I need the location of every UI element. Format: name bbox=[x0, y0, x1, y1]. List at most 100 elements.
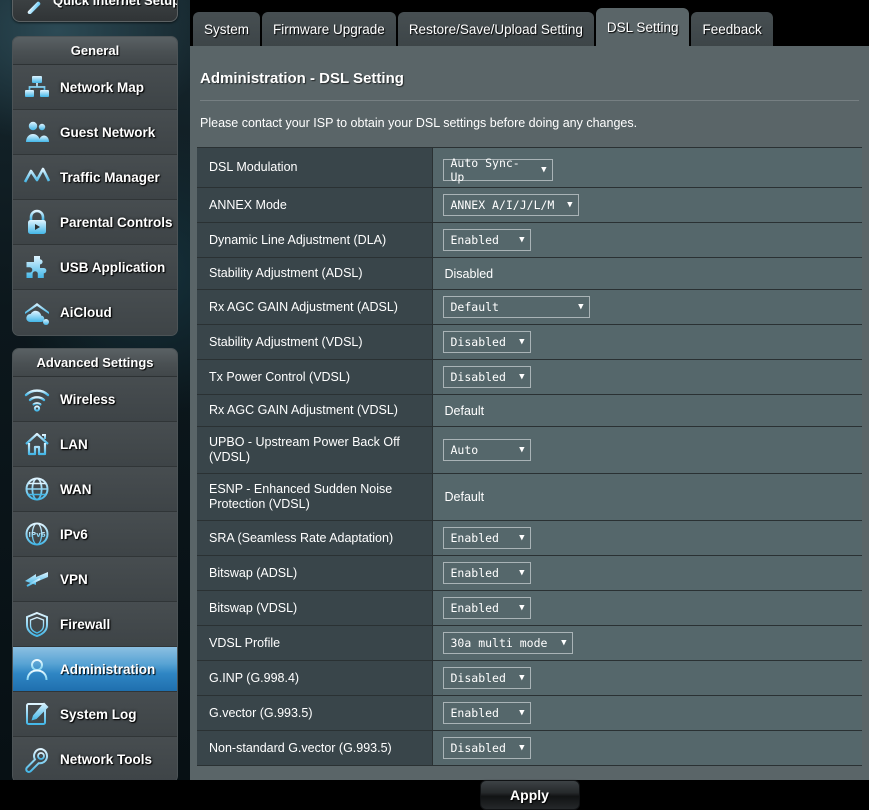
dropdown-value: ANNEX A/I/J/L/M bbox=[450, 198, 555, 212]
dropdown-value: Disabled bbox=[450, 335, 506, 349]
tab-bar: System Firmware Upgrade Restore/Save/Upl… bbox=[190, 8, 775, 46]
setting-value-cell: Disabled bbox=[432, 257, 862, 290]
settings-row: ANNEX Mode ANNEX A/I/J/L/M ▼ bbox=[197, 187, 862, 223]
setting-value-cell: Enabled ▼ bbox=[432, 590, 862, 626]
svg-text:IPv6: IPv6 bbox=[28, 531, 45, 539]
setting-dropdown[interactable]: Enabled ▼ bbox=[442, 702, 531, 724]
quick-internet-setup-button[interactable]: Quick Internet Setup bbox=[12, 0, 178, 22]
sidebar-item-label: Firewall bbox=[60, 616, 111, 632]
sidebar-item-system-log[interactable]: System Log bbox=[13, 692, 177, 737]
setting-label: Stability Adjustment (ADSL) bbox=[197, 257, 433, 290]
settings-row: Bitswap (ADSL) Enabled ▼ bbox=[197, 555, 862, 591]
network-map-icon bbox=[21, 71, 53, 103]
setting-dropdown[interactable]: Disabled ▼ bbox=[442, 331, 531, 353]
chevron-down-icon: ▼ bbox=[578, 301, 584, 312]
ipv6-icon: IPv6 bbox=[21, 518, 53, 550]
settings-row: VDSL Profile 30a multi mode ▼ bbox=[197, 625, 862, 661]
sidebar-item-parental-controls[interactable]: Parental Controls bbox=[13, 200, 177, 245]
setting-label: UPBO - Upstream Power Back Off (VDSL) bbox=[197, 426, 433, 474]
firewall-icon bbox=[21, 608, 53, 640]
setting-value-cell: Auto ▼ bbox=[432, 426, 862, 474]
sidebar-item-aicloud[interactable]: AiCloud bbox=[13, 290, 177, 335]
setting-value-cell: Default ▼ bbox=[432, 289, 862, 325]
tab-feedback[interactable]: Feedback bbox=[691, 12, 773, 46]
setting-label: Rx AGC GAIN Adjustment (ADSL) bbox=[197, 289, 433, 325]
setting-dropdown[interactable]: ANNEX A/I/J/L/M ▼ bbox=[442, 194, 579, 216]
content-panel: Administration - DSL Setting Please cont… bbox=[190, 46, 869, 810]
setting-dropdown[interactable]: Enabled ▼ bbox=[442, 527, 531, 549]
chevron-down-icon: ▼ bbox=[519, 707, 525, 718]
sidebar-item-network-tools[interactable]: Network Tools bbox=[13, 737, 177, 780]
setting-dropdown[interactable]: Enabled ▼ bbox=[442, 562, 531, 584]
setting-label: Tx Power Control (VDSL) bbox=[197, 359, 433, 395]
setting-value-cell: Default bbox=[432, 473, 862, 521]
system-log-icon bbox=[21, 698, 53, 730]
apply-button[interactable]: Apply bbox=[479, 780, 580, 810]
sidebar-item-network-map[interactable]: Network Map bbox=[13, 65, 177, 110]
setting-value-cell: Disabled ▼ bbox=[432, 660, 862, 696]
sidebar-item-wan[interactable]: WAN bbox=[13, 467, 177, 512]
chevron-down-icon: ▼ bbox=[567, 199, 573, 210]
settings-row: Non-standard G.vector (G.993.5) Disabled ▼ bbox=[197, 730, 862, 766]
dropdown-value: Auto bbox=[450, 443, 479, 457]
dropdown-value: Enabled bbox=[450, 566, 499, 580]
dsl-settings-table: DSL Modulation Auto Sync-Up ▼ ANNEX Mode ANN… bbox=[197, 147, 862, 766]
settings-row: UPBO - Upstream Power Back Off (VDSL) Aut… bbox=[197, 426, 862, 474]
sidebar-item-traffic-manager[interactable]: Traffic Manager bbox=[13, 155, 177, 200]
sidebar-item-guest-network[interactable]: Guest Network bbox=[13, 110, 177, 155]
sidebar-item-lan[interactable]: LAN bbox=[13, 422, 177, 467]
tab-dsl-setting[interactable]: DSL Setting bbox=[595, 8, 690, 46]
chevron-down-icon: ▼ bbox=[519, 567, 525, 578]
sidebar: Quick Internet Setup General Network Map bbox=[0, 0, 190, 780]
dropdown-value: Enabled bbox=[450, 706, 499, 720]
setting-dropdown[interactable]: Auto Sync-Up ▼ bbox=[442, 156, 553, 184]
tab-restore-save-upload-setting[interactable]: Restore/Save/Upload Setting bbox=[397, 12, 594, 46]
tab-system[interactable]: System bbox=[193, 12, 261, 46]
sidebar-item-label: LAN bbox=[60, 436, 88, 452]
dropdown-value: Auto Sync-Up bbox=[450, 156, 520, 184]
dropdown-value: Disabled bbox=[450, 671, 506, 685]
sidebar-item-wireless[interactable]: Wireless bbox=[13, 377, 177, 422]
chevron-down-icon: ▼ bbox=[519, 336, 525, 347]
dropdown-value: Disabled bbox=[450, 370, 506, 384]
settings-row: ESNP - Enhanced Sudden Noise Protection … bbox=[197, 473, 862, 521]
sidebar-group-header-general: General bbox=[13, 37, 177, 65]
setting-value-cell: Disabled ▼ bbox=[432, 730, 862, 766]
page-title: Administration - DSL Setting bbox=[200, 70, 404, 87]
sidebar-group-advanced-settings: Advanced Settings Wireless LAN WAN IPv6 … bbox=[12, 348, 178, 780]
setting-value-cell: ANNEX A/I/J/L/M ▼ bbox=[432, 187, 862, 223]
setting-dropdown[interactable]: 30a multi mode ▼ bbox=[442, 632, 573, 654]
sidebar-item-ipv6[interactable]: IPv6 IPv6 bbox=[13, 512, 177, 557]
chevron-down-icon: ▼ bbox=[519, 234, 525, 245]
setting-dropdown[interactable]: Disabled ▼ bbox=[442, 737, 531, 759]
setting-dropdown[interactable]: Disabled ▼ bbox=[442, 366, 531, 388]
sidebar-item-label: Administration bbox=[60, 661, 156, 677]
apply-button-row: Apply bbox=[197, 780, 862, 810]
chevron-down-icon: ▼ bbox=[561, 637, 567, 648]
setting-value-cell: Enabled ▼ bbox=[432, 222, 862, 258]
tab-firmware-upgrade[interactable]: Firmware Upgrade bbox=[262, 12, 396, 46]
sidebar-item-label: System Log bbox=[60, 706, 137, 722]
setting-dropdown[interactable]: Disabled ▼ bbox=[442, 667, 531, 689]
setting-value-cell: Auto Sync-Up ▼ bbox=[432, 147, 862, 188]
sidebar-item-label: Network Tools bbox=[60, 752, 153, 767]
setting-value-cell: Default bbox=[432, 394, 862, 427]
chevron-down-icon: ▼ bbox=[519, 371, 525, 382]
setting-dropdown[interactable]: Enabled ▼ bbox=[442, 229, 531, 251]
sidebar-item-label: Guest Network bbox=[60, 124, 156, 140]
settings-row: Bitswap (VDSL) Enabled ▼ bbox=[197, 590, 862, 626]
setting-dropdown[interactable]: Auto ▼ bbox=[442, 439, 531, 461]
sidebar-item-usb-application[interactable]: USB Application bbox=[13, 245, 177, 290]
sidebar-item-administration[interactable]: Administration bbox=[13, 647, 177, 692]
setting-dropdown[interactable]: Enabled ▼ bbox=[442, 597, 531, 619]
settings-row: G.vector (G.993.5) Enabled ▼ bbox=[197, 695, 862, 731]
dropdown-value: 30a multi mode bbox=[450, 636, 548, 650]
sidebar-item-firewall[interactable]: Firewall bbox=[13, 602, 177, 647]
sidebar-item-vpn[interactable]: VPN bbox=[13, 557, 177, 602]
chevron-down-icon: ▼ bbox=[519, 532, 525, 543]
setting-dropdown[interactable]: Default ▼ bbox=[442, 296, 590, 318]
chevron-down-icon: ▼ bbox=[519, 672, 525, 683]
setting-label: ESNP - Enhanced Sudden Noise Protection … bbox=[197, 473, 433, 521]
sidebar-item-label: Wireless bbox=[60, 391, 116, 407]
chevron-down-icon: ▼ bbox=[519, 602, 525, 613]
